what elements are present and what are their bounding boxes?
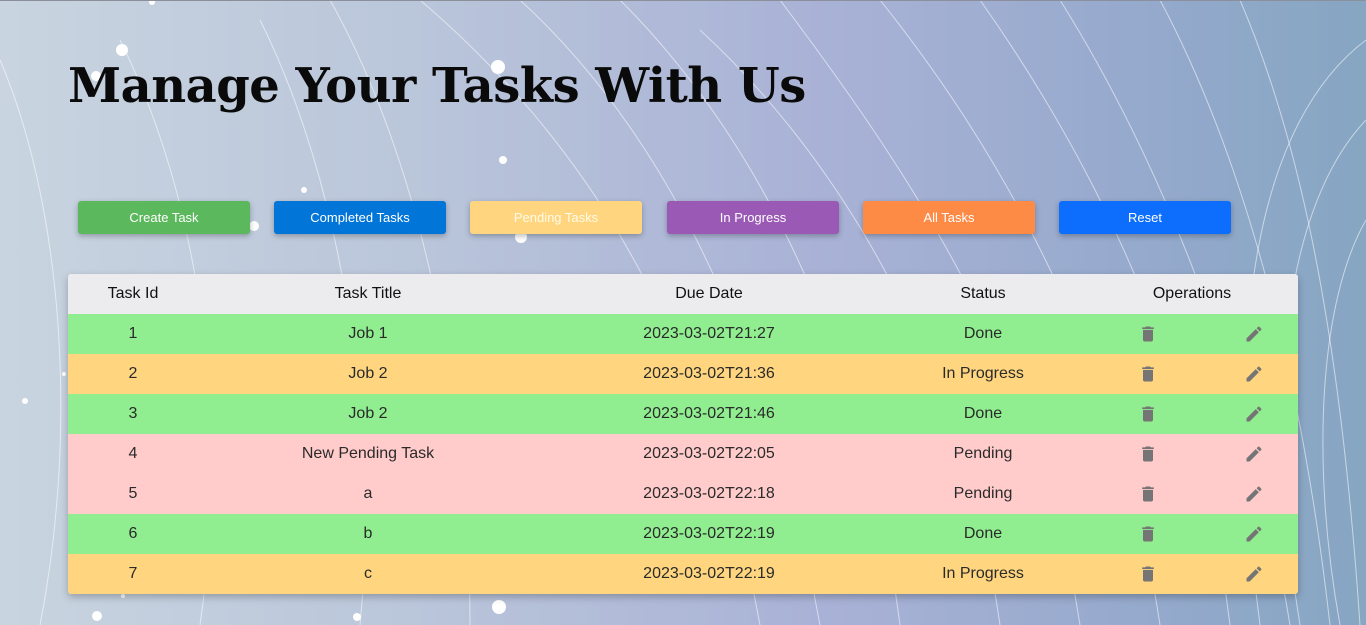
completed-tasks-button[interactable]: Completed Tasks (274, 201, 446, 234)
pencil-icon[interactable] (1243, 483, 1265, 505)
task-id-cell: 3 (68, 394, 198, 434)
status-cell: Pending (880, 434, 1086, 474)
operations-cell (1086, 554, 1298, 594)
task-id-cell: 7 (68, 554, 198, 594)
top-border-line (0, 0, 1366, 1)
task-title-cell: a (198, 474, 538, 514)
due-date-cell: 2023-03-02T22:19 (538, 514, 880, 554)
operations-cell (1086, 434, 1298, 474)
table-row: 4 New Pending Task 2023-03-02T22:05 Pend… (68, 434, 1298, 474)
due-date-cell: 2023-03-02T22:19 (538, 554, 880, 594)
operations-cell (1086, 394, 1298, 434)
due-date-cell: 2023-03-02T21:36 (538, 354, 880, 394)
status-cell: In Progress (880, 554, 1086, 594)
trash-icon[interactable] (1137, 403, 1159, 425)
trash-icon[interactable] (1137, 443, 1159, 465)
trash-icon[interactable] (1137, 523, 1159, 545)
due-date-cell: 2023-03-02T22:18 (538, 474, 880, 514)
header-due-date: Due Date (538, 274, 880, 314)
pencil-icon[interactable] (1243, 523, 1265, 545)
due-date-cell: 2023-03-02T22:05 (538, 434, 880, 474)
due-date-cell: 2023-03-02T21:27 (538, 314, 880, 354)
due-date-cell: 2023-03-02T21:46 (538, 394, 880, 434)
table-row: 6 b 2023-03-02T22:19 Done (68, 514, 1298, 554)
table-row: 5 a 2023-03-02T22:18 Pending (68, 474, 1298, 514)
task-title-cell: Job 2 (198, 394, 538, 434)
task-title-cell: b (198, 514, 538, 554)
table-row: 1 Job 1 2023-03-02T21:27 Done (68, 314, 1298, 354)
in-progress-button[interactable]: In Progress (667, 201, 839, 234)
trash-icon[interactable] (1137, 363, 1159, 385)
task-title-cell: New Pending Task (198, 434, 538, 474)
trash-icon[interactable] (1137, 483, 1159, 505)
header-task-title: Task Title (198, 274, 538, 314)
table-row: 2 Job 2 2023-03-02T21:36 In Progress (68, 354, 1298, 394)
table-row: 3 Job 2 2023-03-02T21:46 Done (68, 394, 1298, 434)
status-cell: Pending (880, 474, 1086, 514)
pencil-icon[interactable] (1243, 403, 1265, 425)
trash-icon[interactable] (1137, 563, 1159, 585)
create-task-button[interactable]: Create Task (78, 201, 250, 234)
reset-button[interactable]: Reset (1059, 201, 1231, 234)
status-cell: In Progress (880, 354, 1086, 394)
pending-tasks-button[interactable]: Pending Tasks (470, 201, 642, 234)
task-id-cell: 1 (68, 314, 198, 354)
task-id-cell: 2 (68, 354, 198, 394)
pencil-icon[interactable] (1243, 363, 1265, 385)
operations-cell (1086, 474, 1298, 514)
tasks-table: Task Id Task Title Due Date Status Opera… (68, 274, 1298, 594)
status-cell: Done (880, 514, 1086, 554)
pencil-icon[interactable] (1243, 563, 1265, 585)
header-task-id: Task Id (68, 274, 198, 314)
header-status: Status (880, 274, 1086, 314)
task-title-cell: Job 2 (198, 354, 538, 394)
task-id-cell: 6 (68, 514, 198, 554)
trash-icon[interactable] (1137, 323, 1159, 345)
table-header-row: Task Id Task Title Due Date Status Opera… (68, 274, 1298, 314)
task-title-cell: Job 1 (198, 314, 538, 354)
task-title-cell: c (198, 554, 538, 594)
table-row: 7 c 2023-03-02T22:19 In Progress (68, 554, 1298, 594)
task-id-cell: 5 (68, 474, 198, 514)
pencil-icon[interactable] (1243, 443, 1265, 465)
operations-cell (1086, 514, 1298, 554)
operations-cell (1086, 354, 1298, 394)
page-title: Manage Your Tasks With Us (68, 58, 806, 114)
task-id-cell: 4 (68, 434, 198, 474)
pencil-icon[interactable] (1243, 323, 1265, 345)
operations-cell (1086, 314, 1298, 354)
header-operations: Operations (1086, 274, 1298, 314)
all-tasks-button[interactable]: All Tasks (863, 201, 1035, 234)
tasks-table-container: Task Id Task Title Due Date Status Opera… (68, 274, 1298, 594)
status-cell: Done (880, 394, 1086, 434)
status-cell: Done (880, 314, 1086, 354)
